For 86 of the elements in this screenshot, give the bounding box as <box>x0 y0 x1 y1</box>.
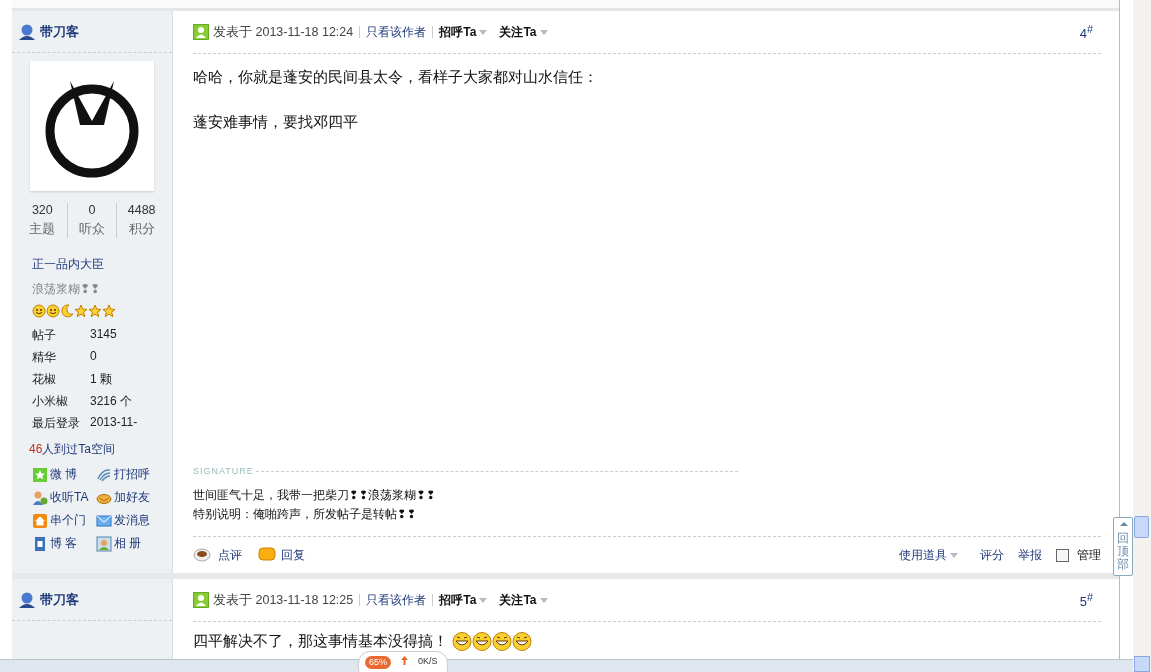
caret-icon <box>479 29 488 35</box>
field-value: 3216 个 <box>90 393 134 410</box>
caret-icon <box>950 552 959 558</box>
envelope-icon <box>96 512 112 529</box>
reply-button[interactable]: 回复 <box>258 546 305 564</box>
floor-number[interactable]: 4$^{#}$ <box>1079 22 1094 42</box>
greet-menu[interactable]: 招呼Ta <box>439 591 477 609</box>
field-value: 3145 <box>90 327 118 343</box>
star-icon <box>102 304 116 318</box>
stat-label: 积分 <box>128 221 155 238</box>
speed-text: 0K/S <box>418 656 438 666</box>
field-label: 最后登录 <box>32 415 81 432</box>
user-icon <box>32 489 48 506</box>
speech-bubble-icon <box>258 547 276 563</box>
only-author-link[interactable]: 只看该作者 <box>366 23 427 41</box>
greet-menu[interactable]: 招呼Ta <box>439 23 477 41</box>
scrollbar-thumb[interactable] <box>1134 516 1149 538</box>
grin-emoticon-icon <box>472 632 492 651</box>
wave-icon <box>96 466 112 483</box>
post-text: 哈哈，你就是蓬安的民间县太令，看样子大家都对山水信任： <box>193 67 599 87</box>
field-label: 帖子 <box>32 327 57 344</box>
star-icon <box>88 304 102 318</box>
report-link[interactable]: 举报 <box>1018 546 1043 564</box>
user-icon <box>18 22 36 41</box>
stat-value[interactable]: 4488 <box>127 203 156 217</box>
rank-title[interactable]: 正一品内大臣 <box>32 256 172 273</box>
grin-emoticon-icon <box>492 632 512 651</box>
stat-value[interactable]: 0 <box>88 203 96 217</box>
comment-button[interactable]: 点评 <box>193 546 242 564</box>
smiley-icon <box>32 304 46 318</box>
back-to-top-button[interactable]: 回顶部 <box>1113 517 1133 576</box>
post-text: 四平解决不了，那这事情基本没得搞！ <box>193 632 448 651</box>
only-author-link[interactable]: 只看该作者 <box>366 591 427 609</box>
field-label: 花椒 <box>32 371 57 388</box>
user-icon <box>18 590 36 609</box>
use-tools-menu[interactable]: 使用道具 <box>899 546 948 564</box>
signature-text: 特别说明：俺啪跨声，所发帖子是转帖❢❢ <box>193 507 418 522</box>
signature-label: SIGNATURE <box>193 466 254 476</box>
caret-icon <box>539 29 548 35</box>
rate-link[interactable]: 评分 <box>980 546 1005 564</box>
caret-icon <box>539 597 548 603</box>
field-value: 2013-11- <box>90 415 139 431</box>
home-icon <box>32 512 48 529</box>
field-value: 0 <box>90 349 98 365</box>
cup-icon <box>193 547 213 563</box>
post-text: 蓬安难事情，要找邓四平 <box>193 112 359 132</box>
profile-link[interactable]: 收听TA <box>32 489 96 506</box>
field-label: 小米椒 <box>32 393 69 410</box>
stat-label: 听众 <box>79 221 105 238</box>
profile-link[interactable]: 相 册 <box>96 535 160 552</box>
scroll-down-button[interactable] <box>1134 656 1150 672</box>
author-name[interactable]: 带刀客 <box>40 22 79 41</box>
moon-icon <box>60 304 74 318</box>
percent-badge: 65% <box>365 656 391 669</box>
profile-link[interactable]: 加好友 <box>96 489 160 506</box>
signature-text: 世间匪气十足，我带一把柴刀❢❢浪荡浆糊❢❢ <box>193 488 437 503</box>
field-label: 精华 <box>32 349 57 366</box>
up-arrow-icon <box>401 656 408 665</box>
caret-icon <box>479 597 488 603</box>
stat-value[interactable]: 320 <box>31 203 53 217</box>
manage-label: 管理 <box>1077 546 1102 564</box>
follow-menu[interactable]: 关注Ta <box>499 23 537 41</box>
user-icon <box>193 592 209 608</box>
profile-link[interactable]: 微 博 <box>32 466 96 483</box>
author-name[interactable]: 带刀客 <box>40 590 79 609</box>
profile-link[interactable]: 发消息 <box>96 512 160 529</box>
visits-text[interactable]: 46人到过Ta空间 <box>29 441 172 458</box>
stat-label: 主题 <box>29 221 56 238</box>
profile-link[interactable]: 串个门 <box>32 512 96 529</box>
profile-link[interactable]: 打招呼 <box>96 466 160 483</box>
smiley-icon <box>46 304 60 318</box>
user-status: 浪荡浆糊❢❢ <box>32 281 102 298</box>
field-value: 1 颗 <box>90 371 113 388</box>
profile-link[interactable]: 博 客 <box>32 535 96 552</box>
grin-emoticon-icon <box>512 632 532 651</box>
grin-emoticon-icon <box>452 632 472 651</box>
floor-number[interactable]: 5$^{#}$ <box>1079 590 1094 610</box>
post-date: 发表于 2013-11-18 12:25 <box>213 591 354 609</box>
manage-checkbox[interactable] <box>1056 548 1070 562</box>
follow-menu[interactable]: 关注Ta <box>499 591 537 609</box>
star-icon <box>74 304 88 318</box>
post-date: 发表于 2013-11-18 12:24 <box>213 23 354 41</box>
speed-widget[interactable]: 65% 0K/S <box>358 651 448 672</box>
user-icon <box>193 24 209 40</box>
picture-icon <box>96 535 112 552</box>
blog-icon <box>32 535 48 552</box>
